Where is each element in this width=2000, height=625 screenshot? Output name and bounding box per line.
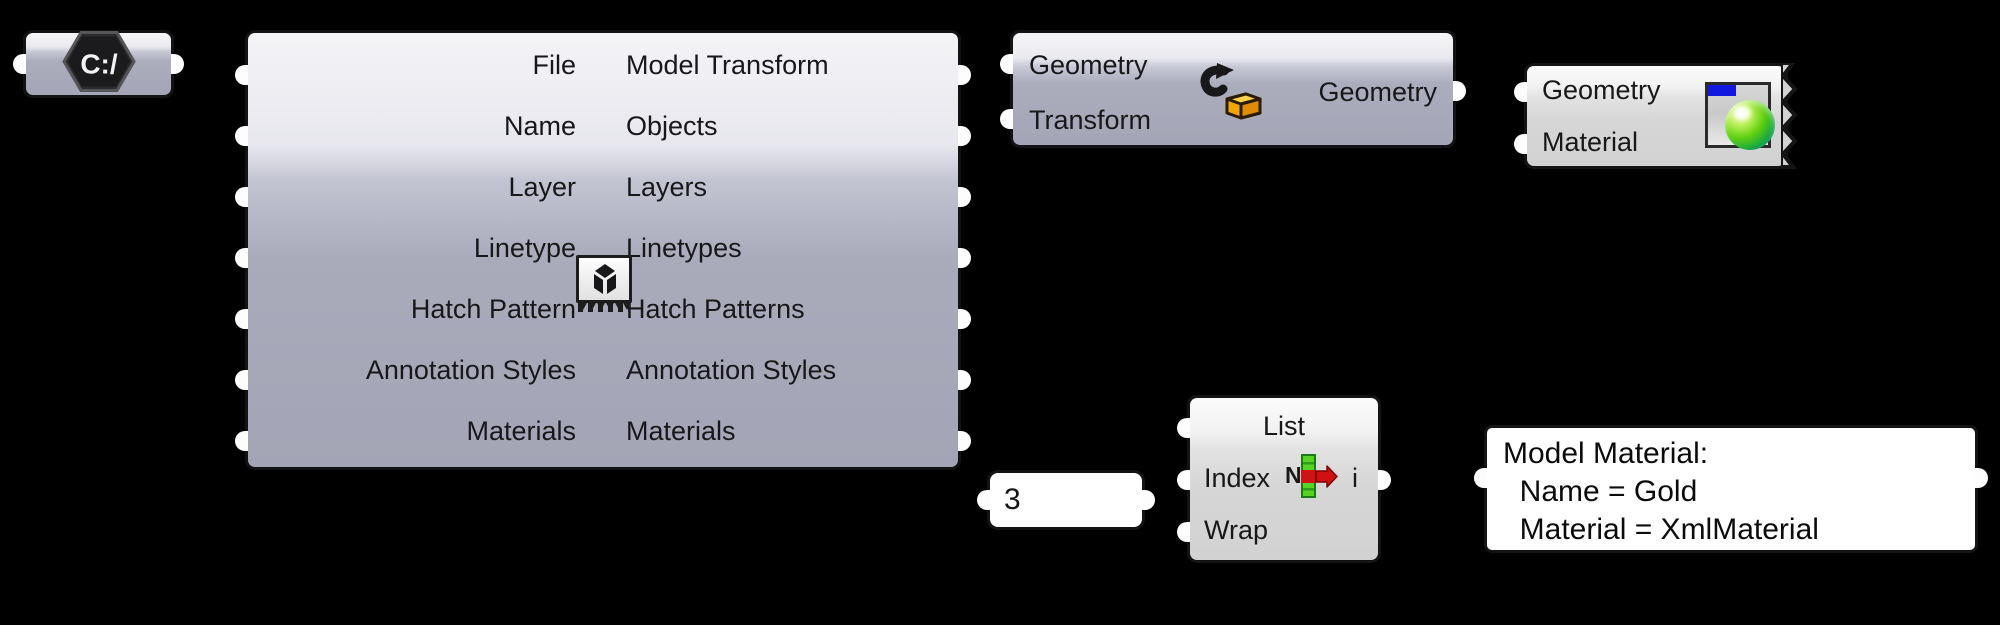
output-port-annotation-styles[interactable] xyxy=(958,370,971,390)
c-drive-hex-icon: C:/ xyxy=(61,31,136,98)
number-panel-input-port[interactable] xyxy=(977,490,990,510)
material-sphere-icon xyxy=(1705,82,1775,150)
input-label-annotation-styles: Annotation Styles xyxy=(365,355,576,385)
output-port-layers[interactable] xyxy=(958,187,971,207)
input-port-transform[interactable] xyxy=(1000,109,1013,129)
xform-output-label-geometry: Geometry xyxy=(1318,77,1437,107)
input-port-annotation-styles[interactable] xyxy=(235,370,248,390)
input-port-materials[interactable] xyxy=(235,431,248,451)
input-label-file: File xyxy=(532,50,576,80)
input-label-linetype: Linetype xyxy=(473,233,576,263)
input-port-hatch-pattern[interactable] xyxy=(235,309,248,329)
rhino-3dm-file-reader-node[interactable]: File Model Transform Name Objects Layer … xyxy=(235,33,971,467)
output-port-geometry[interactable] xyxy=(1453,81,1466,101)
reader-parameter-rows: File Model Transform Name Objects Layer … xyxy=(248,33,958,467)
output-port-linetypes[interactable] xyxy=(958,248,971,268)
output-label-model-transform: Model Transform xyxy=(626,50,829,80)
row-layer: Layer Layers xyxy=(248,172,958,202)
material-input-label-geometry: Geometry xyxy=(1542,75,1661,105)
input-port-file[interactable] xyxy=(235,65,248,85)
output-label-hatch-patterns: Hatch Patterns xyxy=(626,294,805,324)
xform-input-label-geometry: Geometry xyxy=(1029,50,1148,80)
list-input-port-list[interactable] xyxy=(1177,418,1190,438)
file-path-node[interactable]: C:/ xyxy=(13,31,184,98)
input-label-materials: Materials xyxy=(466,416,576,446)
list-input-port-wrap[interactable] xyxy=(1177,522,1190,542)
list-input-port-index[interactable] xyxy=(1177,470,1190,490)
xform-input-label-transform: Transform xyxy=(1029,105,1152,135)
file-path-output-port[interactable] xyxy=(171,54,184,74)
transform-arrow-box-icon xyxy=(1194,61,1280,123)
output-port-materials[interactable] xyxy=(958,431,971,451)
input-label-hatch-pattern: Hatch Pattern xyxy=(410,294,576,324)
geometry-transform-node[interactable]: Geometry Transform Geometry xyxy=(1000,33,1466,145)
number-panel-value: 3 xyxy=(1004,483,1021,516)
number-panel-output-port[interactable] xyxy=(1142,490,1155,510)
list-output-label-item: i xyxy=(1352,463,1358,493)
result-panel-input-port[interactable] xyxy=(1474,468,1487,488)
output-label-objects: Objects xyxy=(626,111,718,141)
list-input-label-list: List xyxy=(1262,411,1306,441)
list-output-port-item[interactable] xyxy=(1378,470,1391,490)
input-port-layer[interactable] xyxy=(235,187,248,207)
list-input-label-wrap: Wrap xyxy=(1204,515,1269,545)
list-index-arrow-icon: N xyxy=(1283,451,1339,501)
output-port-model-transform[interactable] xyxy=(958,65,971,85)
model-material-result-panel[interactable]: Model Material: Name = Gold Material = X… xyxy=(1474,428,1988,550)
output-port-hatch-patterns[interactable] xyxy=(958,309,971,329)
3dm-icon-teeth xyxy=(578,301,632,312)
output-label-annotation-styles: Annotation Styles xyxy=(626,355,837,385)
row-file: File Model Transform xyxy=(248,50,958,80)
number-panel[interactable]: 3 xyxy=(977,473,1155,527)
list-input-label-index: Index xyxy=(1204,463,1271,493)
output-port-objects[interactable] xyxy=(958,126,971,146)
material-input-port-material[interactable] xyxy=(1514,134,1527,154)
list-item-node[interactable]: List Index Wrap i N xyxy=(1177,398,1391,560)
file-path-input-port[interactable] xyxy=(13,54,26,74)
geometry-material-node[interactable]: Geometry Material xyxy=(1514,63,1798,169)
row-annotation-styles: Annotation Styles Annotation Styles xyxy=(248,355,958,385)
row-name: Name Objects xyxy=(248,111,958,141)
input-port-linetype[interactable] xyxy=(235,248,248,268)
3dm-file-icon xyxy=(576,255,632,312)
input-label-name: Name xyxy=(503,111,576,141)
input-port-name[interactable] xyxy=(235,126,248,146)
result-panel-output-port[interactable] xyxy=(1975,468,1988,488)
input-port-geometry[interactable] xyxy=(1000,54,1013,74)
material-input-port-geometry[interactable] xyxy=(1514,82,1527,102)
node-jagged-edge xyxy=(1781,63,1807,169)
material-input-label-material: Material xyxy=(1542,127,1639,157)
svg-text:C:/: C:/ xyxy=(80,49,118,80)
input-label-layer: Layer xyxy=(508,172,576,202)
output-label-linetypes: Linetypes xyxy=(626,233,742,263)
svg-text:N: N xyxy=(1285,462,1302,488)
output-label-layers: Layers xyxy=(626,172,708,202)
grasshopper-canvas[interactable]: C:/ File Model Transform Name Objects La… xyxy=(0,0,2000,625)
output-label-materials: Materials xyxy=(626,416,736,446)
row-materials: Materials Materials xyxy=(248,416,958,446)
result-panel-text: Model Material: Name = Gold Material = X… xyxy=(1503,437,1819,546)
